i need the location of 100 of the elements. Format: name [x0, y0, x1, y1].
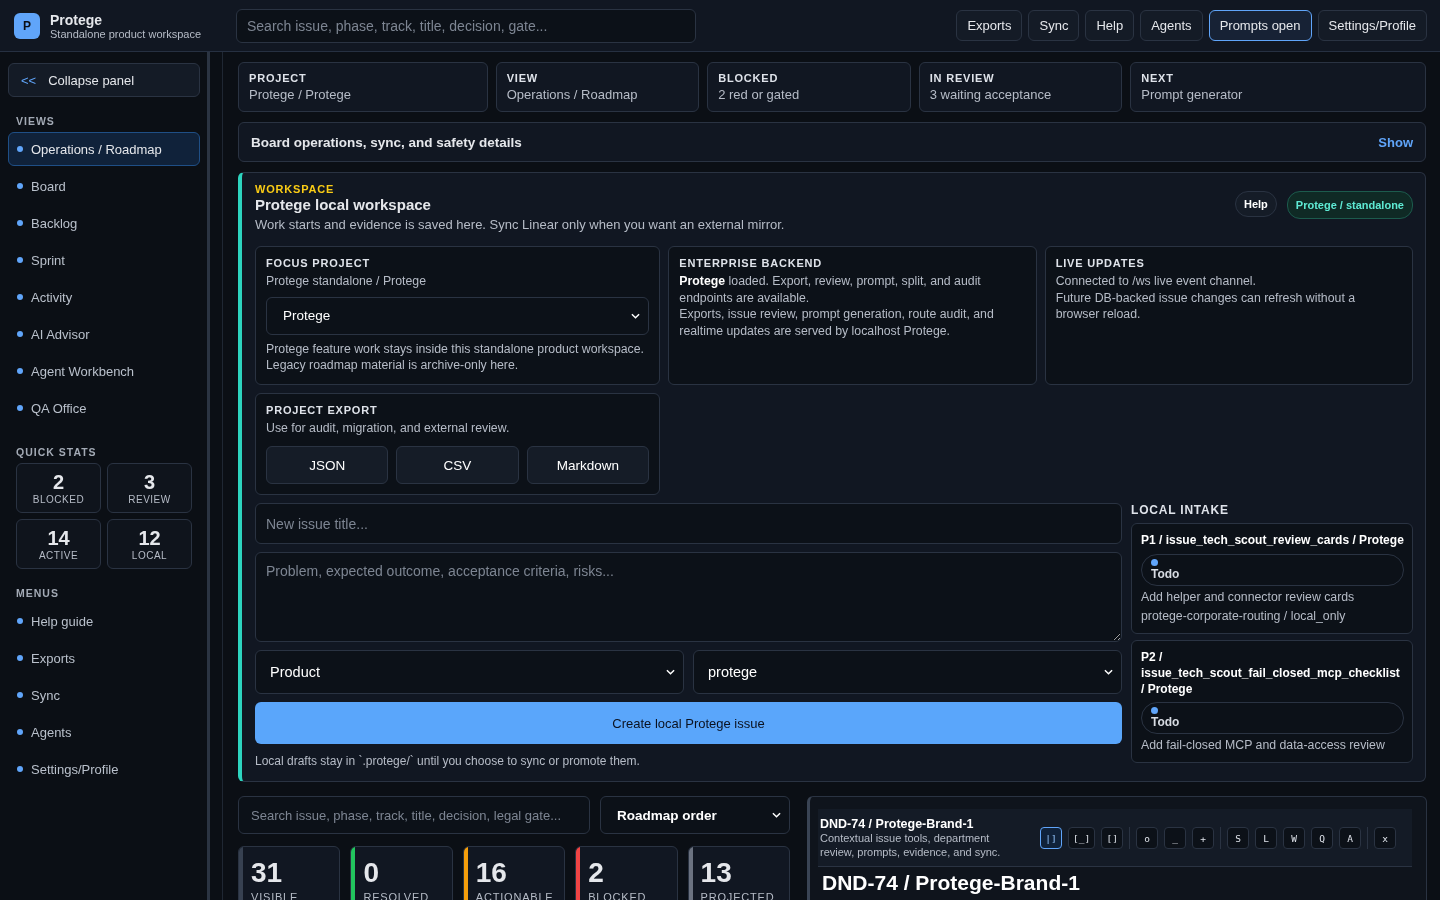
collapse-panel-button[interactable]: << Collapse panel: [8, 63, 200, 97]
tool-button[interactable]: [_]: [1068, 827, 1096, 850]
workspace-description: Work starts and evidence is saved here. Sync Linear only when you want an external mirror.: [255, 217, 785, 232]
tool-button[interactable]: |]: [1040, 827, 1062, 850]
details-title: Board operations, sync, and safety details: [251, 134, 522, 150]
card-heading: ENTERPRISE BACKEND: [679, 257, 824, 269]
card-text: Future DB-backed issue changes can refresh without a browser reload.: [1055, 289, 1357, 323]
summary-label: IN REVIEW: [929, 72, 996, 84]
nav-item[interactable]: Sprint: [8, 243, 200, 277]
status-text: Todo: [1151, 566, 1181, 581]
show-link[interactable]: Show: [1378, 134, 1413, 150]
card-subtitle: Use for audit, migration, and external review.: [266, 419, 511, 437]
issue-description-field[interactable]: Problem, expected outcome, acceptance criteria, risks...: [255, 552, 1122, 643]
stat-value: 0: [363, 859, 380, 887]
section-heading: MENUS: [16, 587, 60, 599]
summary-value: 3 waiting acceptance: [929, 87, 1053, 102]
tool-button[interactable]: W: [1283, 827, 1306, 850]
form-note: Local drafts stay in `.protege/` until you choose to sync or promote them.: [255, 754, 641, 769]
menu-item[interactable]: Agents: [8, 715, 200, 749]
summary-value: Prompt generator: [1141, 87, 1244, 102]
export-button[interactable]: CSV: [396, 446, 519, 485]
nav-item[interactable]: Activity: [8, 280, 200, 314]
card-note: Protege feature work stays inside this standalone product workspace. Legacy roadmap material is archive-only here.: [266, 340, 645, 374]
intake-title: P2 / issue_tech_scout_fail_closed_mcp_checklist / Protege: [1141, 648, 1401, 698]
intake-card[interactable]: P2 / issue_tech_scout_fail_closed_mcp_checklist / Protege Todo Add fail-closed MCP and data-access review: [1131, 639, 1413, 763]
tool-button[interactable]: L: [1255, 827, 1278, 850]
project-badge: Protege / standalone: [1286, 190, 1413, 219]
stat-label: ACTIVE: [38, 549, 79, 561]
nav-item[interactable]: Operations / Roadmap: [8, 132, 200, 166]
intake-title: P1 / issue_tech_scout_review_cards / Protege: [1141, 532, 1404, 549]
issue-title-field[interactable]: New issue title...: [255, 503, 1122, 545]
resize-handle[interactable]: [207, 52, 223, 900]
tool-button[interactable]: x: [1374, 827, 1397, 850]
menu-item[interactable]: Sync: [8, 678, 200, 712]
issue-title: DND-74 / Protege-Brand-1: [821, 869, 1081, 896]
stat-value: 12: [138, 527, 161, 548]
summary-label: PROJECT: [249, 72, 308, 84]
stat-value: 31: [251, 859, 284, 887]
tool-button[interactable]: o: [1136, 827, 1159, 850]
summary-label: VIEW: [506, 72, 539, 84]
section-heading: QUICK STATS: [16, 446, 98, 458]
summary-label: BLOCKED: [718, 72, 780, 84]
card-text: Connected to /ws live event channel.: [1055, 273, 1257, 290]
issue-key: DND-74 / Protege-Brand-1: [820, 817, 1020, 831]
section-heading: VIEWS: [16, 115, 56, 127]
stat-label: BLOCKED: [32, 493, 85, 505]
tool-button[interactable]: +: [1192, 827, 1215, 850]
export-button[interactable]: Markdown: [526, 446, 649, 485]
search-field[interactable]: Search issue, phase, track, title, decision, gate...: [236, 8, 696, 43]
intake-summary: Add fail-closed MCP and data-access review: [1141, 737, 1386, 754]
stat-value: 14: [47, 527, 70, 548]
nav-item[interactable]: Backlog: [8, 206, 200, 240]
stat-value: 3: [143, 471, 156, 492]
eyebrow-label: WORKSPACE: [255, 183, 336, 195]
intake-card[interactable]: P1 / issue_tech_scout_review_cards / Protege Todo Add helper and connector review cards protege-corporate-routing / local_only: [1131, 523, 1413, 634]
create-issue-button[interactable]: Create local Protege issue: [255, 702, 1122, 745]
nav-item[interactable]: AI Advisor: [8, 317, 200, 351]
chevron-down-icon: [1104, 669, 1113, 676]
card-heading: LIVE UPDATES: [1055, 257, 1146, 269]
stat-value: 2: [588, 859, 605, 887]
card-text: Exports, issue review, prompt generation, route audit, and realtime updates are served by localhost Protege.: [679, 306, 995, 340]
stat-value: 16: [475, 859, 508, 887]
project-select[interactable]: Protege: [266, 296, 650, 335]
tool-button[interactable]: S: [1227, 827, 1250, 850]
card-heading: FOCUS PROJECT: [266, 257, 371, 269]
nav-item[interactable]: Board: [8, 169, 200, 203]
menu-item[interactable]: Settings/Profile: [8, 752, 200, 786]
toolbar-button[interactable]: Agents: [1140, 10, 1203, 41]
card-subtitle: Protege standalone / Protege: [266, 273, 427, 290]
board-search-field[interactable]: Search issue, phase, track, title, decision, legal gate...: [238, 796, 590, 834]
chevron-down-icon: [631, 312, 641, 319]
menu-item[interactable]: Exports: [8, 641, 200, 675]
status-text: Todo: [1151, 715, 1181, 730]
toolbar-button[interactable]: Settings/Profile: [1317, 10, 1427, 41]
intake-summary: Add helper and connector review cards: [1141, 588, 1356, 606]
stat-value: 2: [52, 471, 65, 492]
tool-button[interactable]: A: [1339, 827, 1362, 850]
summary-value: Protege / Protege: [249, 87, 352, 102]
toolbar-button[interactable]: Prompts open: [1208, 10, 1312, 41]
order-select[interactable]: Roadmap order: [600, 796, 790, 834]
intake-route: protege-corporate-routing / local_only: [1141, 608, 1347, 625]
project-select[interactable]: protege: [693, 650, 1122, 695]
tool-button[interactable]: Q: [1311, 827, 1334, 850]
help-button[interactable]: Help: [1234, 190, 1277, 217]
app-title: Protege: [50, 11, 104, 28]
summary-label: NEXT: [1141, 72, 1175, 84]
toolbar-button[interactable]: Help: [1085, 10, 1135, 41]
export-button[interactable]: JSON: [266, 446, 389, 485]
app-logo: P: [14, 12, 40, 39]
app-subtitle: Standalone product workspace: [50, 27, 202, 40]
nav-item[interactable]: Agent Workbench: [8, 354, 200, 388]
stat-label: REVIEW: [128, 493, 171, 505]
tool-button[interactable]: _: [1164, 827, 1187, 850]
toolbar-button[interactable]: Exports: [956, 10, 1023, 41]
chevron-down-icon: [772, 812, 781, 818]
tool-button[interactable]: []: [1101, 827, 1124, 850]
menu-item[interactable]: Help guide: [8, 604, 200, 638]
nav-item[interactable]: QA Office: [8, 391, 200, 425]
department-select[interactable]: Product: [255, 650, 684, 695]
toolbar-button[interactable]: Sync: [1028, 10, 1080, 41]
